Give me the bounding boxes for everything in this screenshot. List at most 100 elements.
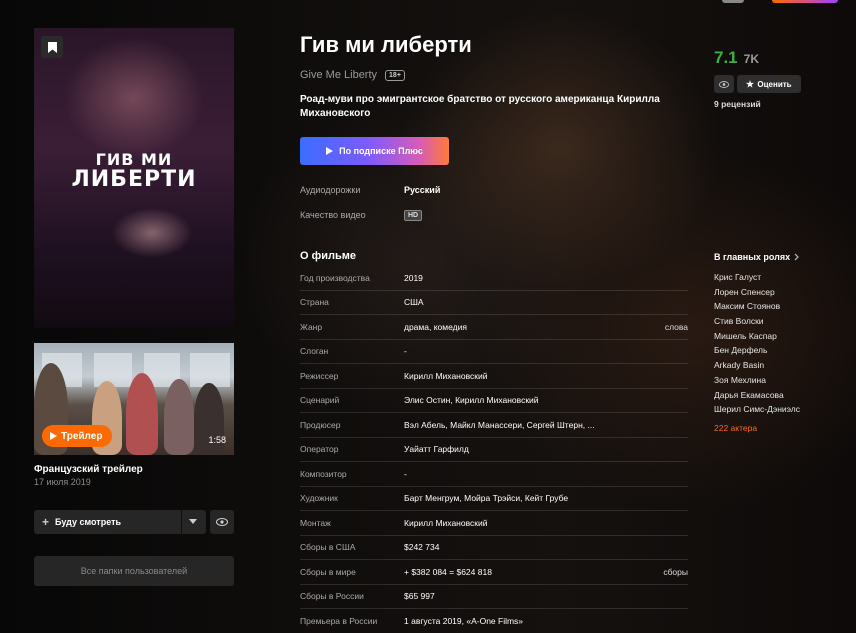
video-quality-label: Качество видео <box>300 210 366 220</box>
cast-heading: В главных ролях <box>714 252 791 262</box>
info-row-key: Композитор <box>300 468 347 479</box>
seen-button[interactable] <box>714 75 734 93</box>
audio-tracks-value: Русский <box>404 185 441 195</box>
chevron-down-icon[interactable] <box>189 519 197 524</box>
hd-badge: HD <box>404 210 423 221</box>
info-row-value[interactable]: Элис Остин, Кирилл Михановский <box>404 395 539 405</box>
info-row-value[interactable]: 2019 <box>404 273 423 283</box>
info-row-key: Страна <box>300 297 329 308</box>
cast-member-link[interactable]: Лорен Спенсер <box>714 285 800 300</box>
watch-later-button[interactable]: + Буду смотреть <box>34 510 206 534</box>
info-row: Оператор Уайатт Гарфилд <box>300 438 688 462</box>
info-row-value[interactable]: Уайатт Гарфилд <box>404 444 469 454</box>
info-row-value[interactable]: $65 997 <box>404 591 435 601</box>
info-row-value[interactable]: Барт Менгрум, Мойра Трэйси, Кейт Грубе <box>404 493 568 503</box>
subscribe-button-label: По подписке Плюс <box>339 146 423 156</box>
not-interested-button[interactable] <box>210 510 234 534</box>
info-row-value[interactable]: $242 734 <box>404 542 439 552</box>
info-row-key: Оператор <box>300 444 339 455</box>
film-poster: ГИВ МИ ЛИБЕРТИ <box>34 28 234 328</box>
info-row-key: Слоган <box>300 346 329 357</box>
info-row-key: Режиссер <box>300 370 339 381</box>
header-avatar-fragment[interactable] <box>722 0 744 3</box>
chevron-right-icon <box>794 253 800 261</box>
trailer-play-button[interactable]: Трейлер <box>42 425 113 447</box>
bookmark-button[interactable] <box>41 36 63 58</box>
watch-later-label: Буду смотреть <box>55 517 122 527</box>
info-row-value[interactable]: Кирилл Михановский <box>404 371 487 381</box>
info-row-key: Год производства <box>300 272 370 283</box>
info-row: Композитор - <box>300 462 688 487</box>
about-heading: О фильме <box>300 250 357 262</box>
info-row-key: Сборы в России <box>300 591 364 602</box>
cast-heading-link[interactable]: В главных ролях <box>714 252 800 262</box>
original-title: Give Me Liberty <box>300 69 378 81</box>
film-description: Роад-муви про эмигрантское братство от р… <box>300 94 660 119</box>
rating-block: 7.1 7K <box>714 48 759 68</box>
plus-icon: + <box>42 515 50 529</box>
eye-icon <box>719 80 729 88</box>
cast-member-link[interactable]: Максим Стоянов <box>714 299 800 314</box>
cast-list: Крис Галуст Лорен Спенсер Максим Стоянов Ст… <box>714 270 800 417</box>
cast-member-link[interactable]: Дарья Екамасова <box>714 388 800 403</box>
info-row-key: Жанр <box>300 321 323 332</box>
info-row-key: Сценарий <box>300 395 340 406</box>
info-row: Страна США <box>300 291 688 315</box>
info-row: Сборы в мире + $382 084 = $624 818 сборы <box>300 560 688 585</box>
info-row: Премьера в России 1 августа 2019, «A-One … <box>300 609 688 633</box>
info-row-value[interactable]: + $382 084 = $624 818 <box>404 567 492 577</box>
trailer-thumbnail[interactable]: Трейлер 1:58 <box>34 343 234 455</box>
cast-member-link[interactable]: Стив Волски <box>714 314 800 329</box>
trailer-title[interactable]: Французский трейлер <box>34 464 143 475</box>
info-row-key: Продюсер <box>300 419 341 430</box>
original-title-row: Give Me Liberty 18+ <box>300 69 405 81</box>
star-icon <box>746 80 755 88</box>
info-row: Сценарий Элис Остин, Кирилл Михановский <box>300 389 688 413</box>
trailer-duration: 1:58 <box>208 435 226 445</box>
eye-icon <box>216 518 228 526</box>
rate-button-label: Оценить <box>757 79 792 89</box>
info-row: Год производства 2019 <box>300 266 688 291</box>
poster-title-line2: ЛИБЕРТИ <box>71 167 197 192</box>
info-row-extra-link[interactable]: слова <box>665 322 688 332</box>
watch-later-divider <box>181 510 182 534</box>
info-row-value[interactable]: драма, комедия <box>404 322 467 332</box>
cast-member-link[interactable]: Мишель Каспар <box>714 329 800 344</box>
video-quality-row: Качество видео HD <box>300 210 423 221</box>
info-row-key: Сборы в мире <box>300 566 356 577</box>
info-row-key: Монтаж <box>300 517 331 528</box>
cast-member-link[interactable]: Шерил Симс-Дэниэлс <box>714 402 800 417</box>
info-row-value[interactable]: - <box>404 469 407 479</box>
user-folders-button[interactable]: Все папки пользователей <box>34 556 234 586</box>
info-row-value[interactable]: Вэл Абель, Майкл Манассери, Сергей Штерн… <box>404 420 595 430</box>
bookmark-icon <box>47 41 57 53</box>
info-row-value[interactable]: Кирилл Михановский <box>404 518 487 528</box>
info-row: Продюсер Вэл Абель, Майкл Манассери, Серг… <box>300 413 688 438</box>
audio-tracks-label: Аудиодорожки <box>300 185 361 195</box>
audio-tracks-row: Аудиодорожки Русский <box>300 185 440 195</box>
play-icon <box>50 432 57 440</box>
about-table: Год производства 2019 Страна США Жанр драма, … <box>300 266 688 633</box>
info-row-key: Сборы в США <box>300 542 356 553</box>
cast-member-link[interactable]: Зоя Мехлина <box>714 373 800 388</box>
cast-member-link[interactable]: Arkady Basin <box>714 358 800 373</box>
reviews-link[interactable]: 9 рецензий <box>714 99 761 109</box>
trailer-button-label: Трейлер <box>61 430 103 442</box>
cast-more-link[interactable]: 222 актера <box>714 423 757 433</box>
info-row-value[interactable]: 1 августа 2019, «A-One Films» <box>404 616 523 626</box>
cast-member-link[interactable]: Бен Дерфель <box>714 343 800 358</box>
rating-score: 7.1 <box>714 48 738 67</box>
info-row: Монтаж Кирилл Михановский <box>300 511 688 536</box>
info-row: Сборы в США $242 734 <box>300 536 688 560</box>
poster-title: ГИВ МИ ЛИБЕРТИ <box>34 150 234 192</box>
header-plus-button-fragment[interactable] <box>772 0 838 3</box>
info-row: Слоган - <box>300 340 688 364</box>
info-row-value[interactable]: - <box>404 346 407 356</box>
info-row-extra-link[interactable]: сборы <box>663 567 688 577</box>
info-row: Художник Барт Менгрум, Мойра Трэйси, Кейт… <box>300 487 688 511</box>
info-row: Режиссер Кирилл Михановский <box>300 364 688 389</box>
info-row-value[interactable]: США <box>404 297 424 307</box>
cast-member-link[interactable]: Крис Галуст <box>714 270 800 285</box>
subscribe-watch-button[interactable]: По подписке Плюс <box>300 137 449 165</box>
rate-button[interactable]: Оценить <box>737 75 801 93</box>
